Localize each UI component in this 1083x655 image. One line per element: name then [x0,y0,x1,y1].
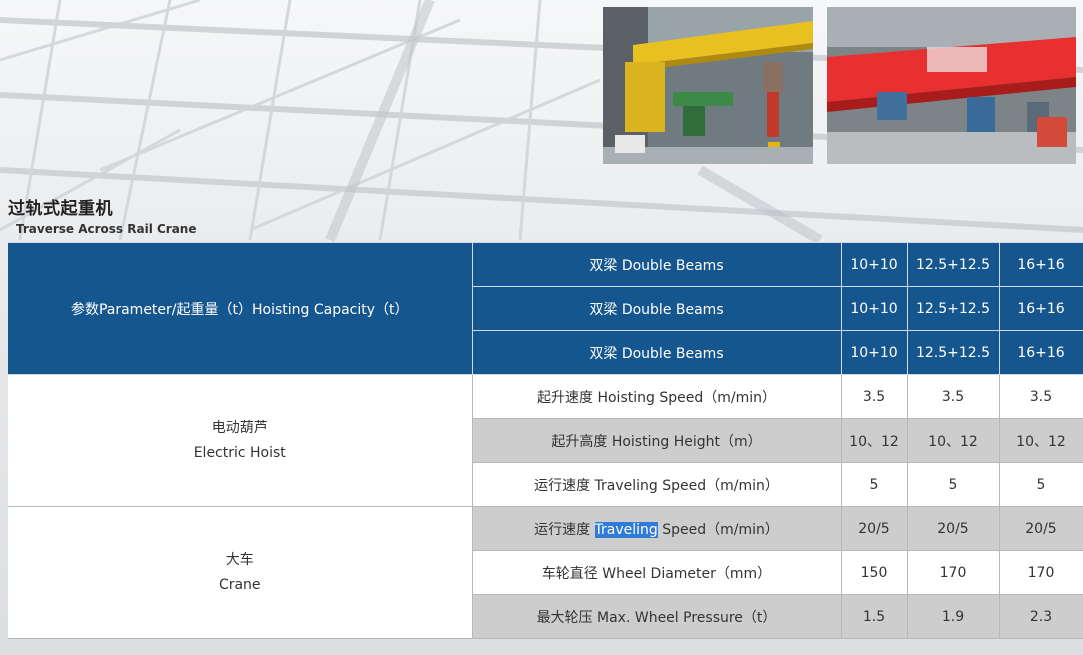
page-title-en: Traverse Across Rail Crane [16,222,197,236]
row-label: 起升速度 Hoisting Speed（m/min） [471,374,842,419]
row-label: 车轮直径 Wheel Diameter（mm） [471,550,842,595]
value-cell: 20/5 [840,506,908,551]
group-label-cn: 电动葫芦 [211,419,268,436]
page-title-cn: 过轨式起重机 [8,199,113,219]
value-cell: 2.3 [998,594,1083,639]
row-label: 最大轮压 Max. Wheel Pressure（t） [471,594,842,639]
capacity-cell: 10+10 [840,286,908,331]
value-cell: 20/5 [906,506,1000,551]
beam-type-cell: 双梁 Double Beams [471,242,842,287]
capacity-cell: 16+16 [998,330,1083,375]
row-label: 起升高度 Hoisting Height（m） [471,418,842,463]
capacity-cell: 10+10 [840,330,908,375]
capacity-cell: 12.5+12.5 [906,242,1000,287]
row-label: 运行速度 Traveling Speed（m/min） [471,462,842,507]
value-cell: 170 [998,550,1083,595]
crane-spec-table: 参数Parameter/起重量（t）Hoisting Capacity（t） 双… [8,242,1083,639]
red-crane-photo [827,7,1076,164]
value-cell: 10、12 [840,418,908,463]
value-cell: 1.5 [840,594,908,639]
value-cell: 5 [998,462,1083,507]
param-header-cell: 参数Parameter/起重量（t）Hoisting Capacity（t） [8,242,473,375]
table-row: 电动葫芦 Electric Hoist 起升速度 Hoisting Speed（… [8,374,1083,507]
value-cell: 10、12 [998,418,1083,463]
capacity-cell: 16+16 [998,286,1083,331]
group-label-en: Crane [218,576,261,593]
value-cell: 10、12 [906,418,1000,463]
row-label-prefix: 运行速度 [534,521,595,538]
beam-type-cell: 双梁 Double Beams [471,286,842,331]
value-cell: 3.5 [998,374,1083,419]
capacity-cell: 12.5+12.5 [906,330,1000,375]
capacity-cell: 16+16 [998,242,1083,287]
capacity-cell: 10+10 [840,242,908,287]
yellow-crane-photo [603,7,813,164]
value-cell: 3.5 [840,374,908,419]
value-cell: 1.9 [906,594,1000,639]
capacity-cell: 12.5+12.5 [906,286,1000,331]
selected-text-highlight[interactable]: Traveling [594,521,658,538]
table-header-row: 参数Parameter/起重量（t）Hoisting Capacity（t） 双… [8,242,1083,375]
group-cell-electric-hoist: 电动葫芦 Electric Hoist [8,374,473,507]
value-cell: 170 [906,550,1000,595]
table-row: 大车 Crane 运行速度 Traveling Speed（m/min） 20/… [8,506,1083,639]
value-cell: 150 [840,550,908,595]
group-label-cn: 大车 [225,551,254,568]
value-cell: 5 [840,462,908,507]
row-label-suffix: Speed（m/min） [657,521,779,538]
group-cell-crane: 大车 Crane [8,506,473,639]
beam-type-cell: 双梁 Double Beams [471,330,842,375]
row-label[interactable]: 运行速度 Traveling Speed（m/min） [471,506,842,551]
group-label-en: Electric Hoist [193,444,286,461]
value-cell: 20/5 [998,506,1083,551]
value-cell: 3.5 [906,374,1000,419]
value-cell: 5 [906,462,1000,507]
